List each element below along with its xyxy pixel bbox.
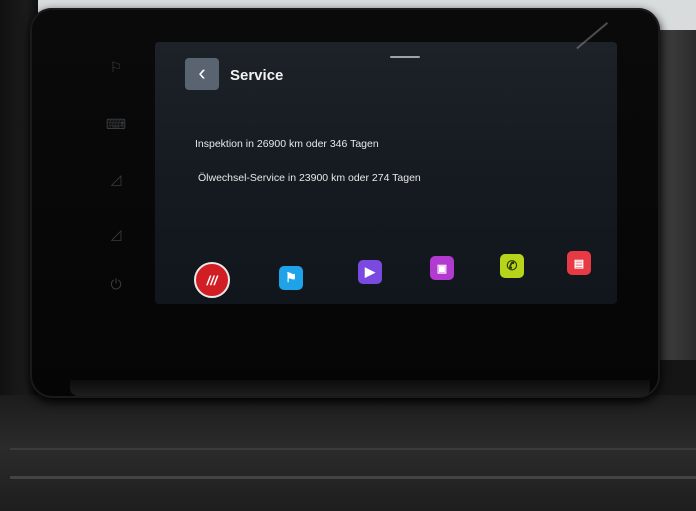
inspection-info: Inspektion in 26900 km oder 346 Tagen — [195, 138, 379, 150]
dashboard-trim — [10, 476, 696, 479]
home-icon: /// — [206, 272, 218, 288]
display-bezel-lip — [70, 380, 650, 396]
power-icon[interactable]: ⏻ — [105, 275, 127, 293]
dashboard-trim — [10, 448, 696, 450]
dashboard-panel — [0, 395, 696, 511]
back-button[interactable]: ‹ — [185, 58, 219, 90]
car-settings-icon: ▤ — [573, 257, 585, 270]
car-settings-app-button[interactable]: ▤ — [567, 251, 591, 275]
phone-icon: ✆ — [506, 258, 518, 273]
volume-down-icon[interactable]: ◿ — [105, 225, 127, 243]
media-icon: ▶ — [365, 264, 375, 279]
navigation-app-button[interactable]: ⚑ — [279, 266, 303, 290]
pull-down-handle[interactable] — [390, 56, 420, 58]
flag-icon[interactable]: ⚐ — [105, 58, 127, 76]
volume-up-icon[interactable]: ◿ — [105, 170, 127, 188]
radio-icon: ▣ — [436, 262, 448, 275]
page-title: Service — [230, 67, 284, 84]
oil-change-info: Ölwechsel-Service in 23900 km oder 274 T… — [198, 172, 421, 184]
navigation-icon: ⚑ — [285, 270, 297, 285]
radio-app-button[interactable]: ▣ — [430, 256, 454, 280]
media-app-button[interactable]: ▶ — [358, 260, 382, 284]
phone-app-button[interactable]: ✆ — [500, 254, 524, 278]
keyboard-icon[interactable]: ⌨ — [105, 115, 127, 133]
home-button[interactable]: /// — [194, 262, 230, 298]
chevron-left-icon: ‹ — [198, 60, 206, 85]
